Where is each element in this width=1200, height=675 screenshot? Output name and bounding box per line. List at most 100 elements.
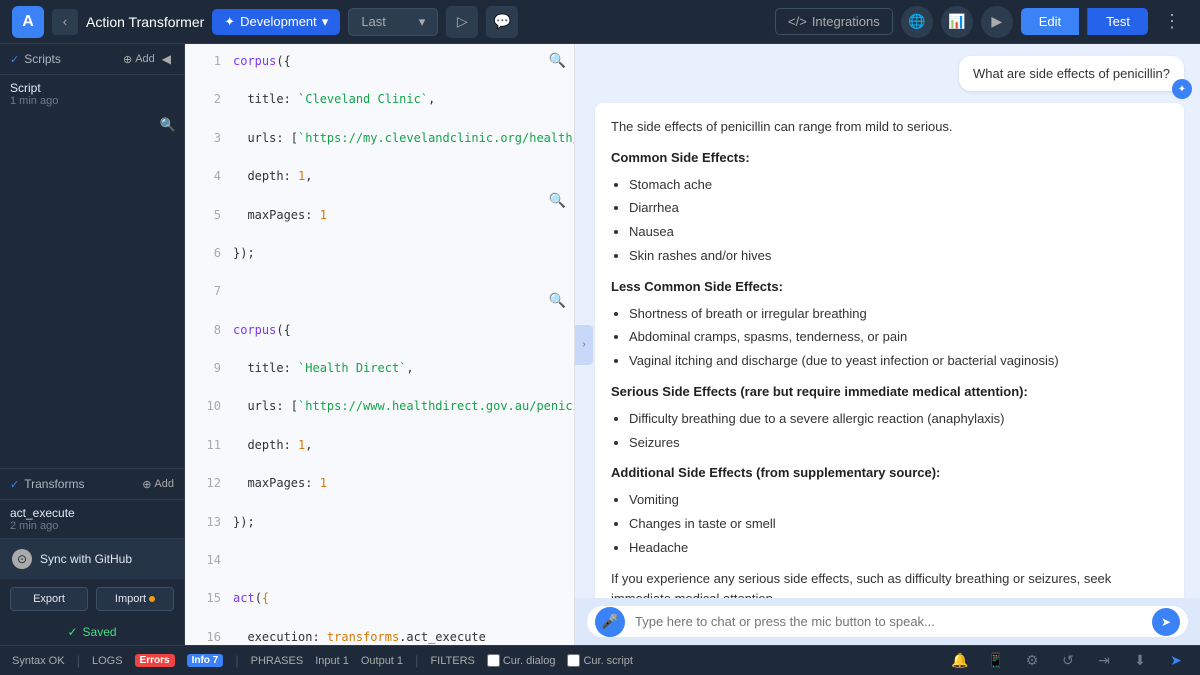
code-line: 8corpus({ bbox=[185, 321, 574, 340]
code-line: 9 title: `Health Direct`, bbox=[185, 359, 574, 378]
check-icon: ✓ bbox=[67, 625, 77, 639]
common-side-effects-list: Stomach ache Diarrhea Nausea Skin rashes… bbox=[611, 175, 1168, 267]
dev-button[interactable]: ✦ Development ▾ bbox=[212, 9, 340, 35]
code-line: 6}); bbox=[185, 244, 574, 263]
code-line: 10 urls: [`https://www.healthdirect.gov.… bbox=[185, 397, 574, 416]
settings-icon-button[interactable]: ⚙ bbox=[1020, 649, 1044, 673]
mobile-icon-button[interactable]: 📱 bbox=[984, 649, 1008, 673]
cur-dialog-checkbox[interactable] bbox=[487, 654, 500, 667]
common-side-effects-title: Common Side Effects: bbox=[611, 148, 1168, 169]
code-search-icon-1[interactable]: 🔍 bbox=[549, 52, 566, 69]
mic-button[interactable]: 🎤 bbox=[595, 607, 625, 637]
list-item: Vomiting bbox=[629, 490, 1168, 511]
import-button[interactable]: Import bbox=[96, 587, 174, 611]
globe-button[interactable]: 🌐 bbox=[901, 6, 933, 38]
last-button[interactable]: Last ▾ bbox=[348, 8, 438, 36]
transforms-section-header: ✓ Transforms ⊕ Add bbox=[0, 469, 184, 500]
chart-button[interactable]: 📊 bbox=[941, 6, 973, 38]
user-message-text: What are side effects of penicillin? bbox=[973, 66, 1170, 81]
errors-badge: Errors bbox=[135, 654, 175, 667]
send-button[interactable]: ➤ bbox=[1152, 608, 1180, 636]
play-icon-button[interactable]: ▷ bbox=[446, 6, 478, 38]
code-line: 1corpus({ bbox=[185, 52, 574, 71]
scripts-collapse-button[interactable]: ◀ bbox=[159, 52, 174, 66]
scripts-add-button[interactable]: ⊕ Add bbox=[123, 53, 155, 66]
chat-input-box: 🎤 ➤ bbox=[587, 606, 1188, 637]
saved-row: ✓ Saved bbox=[0, 619, 184, 645]
cur-script-checkbox[interactable] bbox=[567, 654, 580, 667]
less-common-side-effects-list: Shortness of breath or irregular breathi… bbox=[611, 304, 1168, 372]
chat-input[interactable] bbox=[635, 614, 1148, 629]
user-bubble: What are side effects of penicillin? ✦ bbox=[959, 56, 1184, 91]
code-content: 1corpus({ 2 title: `Cleveland Clinic`, 3… bbox=[185, 44, 574, 645]
input-check: Input 1 bbox=[315, 655, 349, 667]
transforms-label: Transforms bbox=[24, 477, 84, 491]
code-line: 3 urls: [`https://my.clevelandclinic.org… bbox=[185, 129, 574, 148]
sidebar-item-script[interactable]: Script 1 min ago bbox=[0, 75, 184, 113]
filters-label: FILTERS bbox=[430, 655, 474, 667]
response-footer: If you experience any serious side effec… bbox=[611, 569, 1168, 598]
app-title: Action Transformer bbox=[86, 14, 204, 30]
logs-label: LOGS bbox=[92, 655, 123, 667]
user-icon: ✦ bbox=[1172, 79, 1192, 99]
code-line: 15act({ bbox=[185, 589, 574, 608]
info-badge: Info 7 bbox=[187, 654, 224, 667]
search-icon-button[interactable]: 🔍 bbox=[160, 117, 176, 133]
plus-icon: ⊕ bbox=[123, 53, 132, 66]
back-button[interactable]: ‹ bbox=[52, 9, 78, 35]
divider: | bbox=[415, 653, 418, 668]
serious-side-effects-title: Serious Side Effects (rare but require i… bbox=[611, 382, 1168, 403]
list-item: Nausea bbox=[629, 222, 1168, 243]
sync-label: Sync with GitHub bbox=[40, 552, 132, 566]
list-item: Shortness of breath or irregular breathi… bbox=[629, 304, 1168, 325]
cur-script-check[interactable]: Cur. script bbox=[567, 654, 633, 667]
list-item: Vaginal itching and discharge (due to ye… bbox=[629, 351, 1168, 372]
chevron-down-icon: ▾ bbox=[322, 14, 329, 30]
video-button[interactable]: ▶ bbox=[981, 6, 1013, 38]
code-search-icon-2[interactable]: 🔍 bbox=[549, 192, 566, 209]
divider: | bbox=[77, 653, 80, 668]
code-search-icon-3[interactable]: 🔍 bbox=[549, 292, 566, 309]
notification-icon-button[interactable]: 🔔 bbox=[948, 649, 972, 673]
output-check: Output 1 bbox=[361, 655, 403, 667]
chat-icon-button[interactable]: 💬 bbox=[486, 6, 518, 38]
sidebar: ✓ Scripts ⊕ Add ◀ Script 1 min ago 🔍 ✓ bbox=[0, 44, 185, 645]
integrations-button[interactable]: </> Integrations bbox=[775, 8, 893, 35]
collapse-chat-button[interactable]: › bbox=[575, 325, 593, 365]
test-button[interactable]: Test bbox=[1087, 8, 1148, 35]
list-item: Changes in taste or smell bbox=[629, 514, 1168, 535]
send-status-icon-button[interactable]: ➤ bbox=[1164, 649, 1188, 673]
sidebar-item-transform[interactable]: act_execute 2 min ago bbox=[0, 500, 184, 538]
import-notification-dot bbox=[149, 596, 155, 602]
arrow-icon-button[interactable]: ⇥ bbox=[1092, 649, 1116, 673]
edit-button[interactable]: Edit bbox=[1021, 8, 1079, 35]
chat-messages: What are side effects of penicillin? ✦ T… bbox=[575, 44, 1200, 598]
plus-icon: ⊕ bbox=[142, 478, 151, 491]
sidebar-bottom: ⊙ Sync with GitHub Export Import ✓ Saved bbox=[0, 538, 184, 645]
list-item: Seizures bbox=[629, 433, 1168, 454]
transforms-add-button[interactable]: ⊕ Add bbox=[142, 478, 174, 491]
menu-button[interactable]: ⋮ bbox=[1156, 6, 1188, 38]
saved-label: Saved bbox=[83, 625, 117, 639]
code-editor[interactable]: 🔍 🔍 🔍 1corpus({ 2 title: `Cleveland Clin… bbox=[185, 44, 575, 645]
export-button[interactable]: Export bbox=[10, 587, 88, 611]
refresh-icon-button[interactable]: ↺ bbox=[1056, 649, 1080, 673]
list-item: Stomach ache bbox=[629, 175, 1168, 196]
status-bar: Syntax OK | LOGS Errors Info 7 | PHRASES… bbox=[0, 645, 1200, 675]
github-icon: ⊙ bbox=[12, 549, 32, 569]
chat-input-area: 🎤 ➤ bbox=[575, 598, 1200, 645]
scripts-section-header: ✓ Scripts ⊕ Add ◀ bbox=[0, 44, 184, 75]
less-common-side-effects-title: Less Common Side Effects: bbox=[611, 277, 1168, 298]
cur-dialog-check[interactable]: Cur. dialog bbox=[487, 654, 556, 667]
code-line: 4 depth: 1, bbox=[185, 167, 574, 186]
export-import-row: Export Import bbox=[0, 579, 184, 619]
download-icon-button[interactable]: ⬇ bbox=[1128, 649, 1152, 673]
transforms-section: ✓ Transforms ⊕ Add act_execute 2 min ago bbox=[0, 468, 184, 538]
transforms-check-icon: ✓ bbox=[10, 478, 19, 491]
scripts-label: Scripts bbox=[24, 52, 61, 66]
sidebar-script-search: 🔍 bbox=[0, 113, 184, 137]
list-item: Headache bbox=[629, 538, 1168, 559]
list-item: Skin rashes and/or hives bbox=[629, 246, 1168, 267]
list-item: Difficulty breathing due to a severe all… bbox=[629, 409, 1168, 430]
bot-response: The side effects of penicillin can range… bbox=[595, 103, 1184, 598]
